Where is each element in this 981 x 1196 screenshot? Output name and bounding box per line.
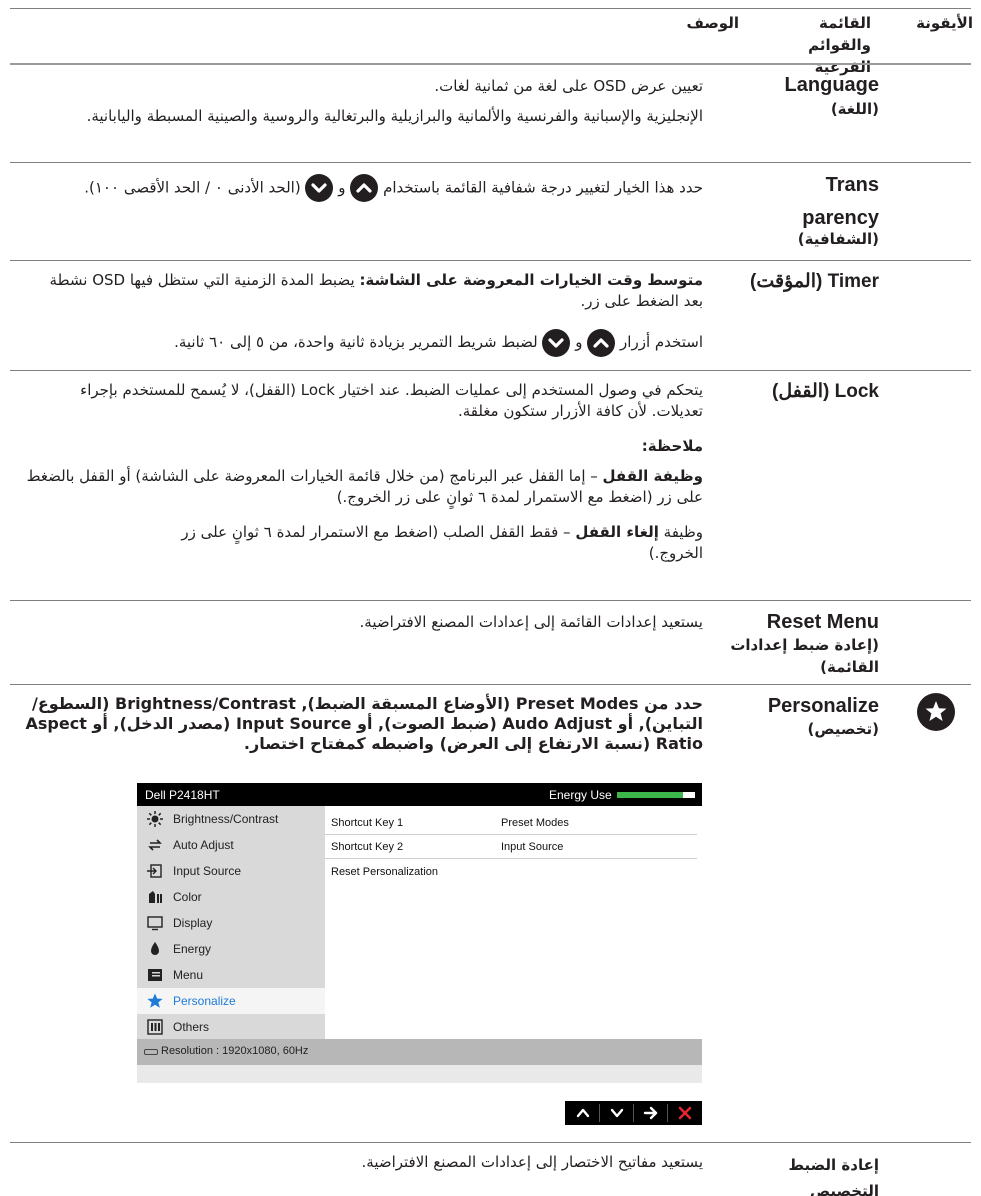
transparency-name-1: Trans: [825, 174, 879, 196]
shortcut-key-2-label[interactable]: Shortcut Key 2: [331, 841, 403, 853]
osd-menu-item-display[interactable]: Display: [137, 910, 325, 936]
personalize-name-ar: (تخصيص): [807, 720, 879, 738]
down-button-icon: [305, 174, 334, 202]
shortcut-key-2-value[interactable]: Input Source: [501, 841, 563, 853]
energy-use-fill: [617, 792, 684, 798]
osd-menu-item-input-source[interactable]: Input Source: [137, 858, 325, 884]
nav-separator: [633, 1104, 634, 1122]
osd-sidebar: Brightness/Contrast Auto Adjust Input Sour…: [137, 806, 325, 1039]
nav-separator: [667, 1104, 668, 1122]
down-icon[interactable]: [603, 1101, 631, 1125]
header-menu-column: القائمة والقوائم الفرعية: [808, 14, 871, 76]
transparency-name-ar: (الشفافية): [797, 230, 879, 248]
language-description-2: الإنجليزية والإسبانية والفرنسية والألمان…: [86, 107, 703, 125]
reset-menu-name: Reset Menu: [766, 611, 879, 633]
up-button-icon: [587, 328, 616, 357]
input-source-icon: [146, 862, 164, 880]
close-icon[interactable]: [671, 1101, 699, 1125]
up-icon[interactable]: [569, 1101, 597, 1125]
reset-menu-name-ar: (إعادة ضبط إعدادات القائمة): [730, 636, 879, 676]
color-icon: [146, 888, 164, 906]
language-name-ar: (اللغة): [830, 100, 879, 118]
language-name: Language: [784, 74, 879, 96]
osd-menu-item-energy[interactable]: Energy: [137, 936, 325, 962]
lock-description-1: يتحكم في وصول المستخدم إلى عمليات الضبط.…: [80, 381, 703, 420]
display-icon: [146, 914, 164, 932]
header-description-column: الوصف: [686, 14, 739, 32]
timer-description-1: متوسط وقت الخيارات المعروضة على الشاشة: …: [49, 271, 703, 310]
row-rule: [10, 1142, 971, 1143]
row-rule: [10, 260, 971, 261]
osd-menu: Dell P2418HT Energy Use Brightness/Contr…: [137, 783, 702, 1083]
osd-menu-item-personalize[interactable]: Personalize: [137, 988, 325, 1014]
language-description-1: تعيين عرض OSD على لغة من ثمانية لغات.: [434, 77, 703, 95]
reset-personalization-item[interactable]: Reset Personalization: [331, 866, 438, 878]
osd-menu-item-label: Menu: [173, 968, 204, 982]
energy-icon: [146, 940, 164, 958]
osd-menu-item-menu[interactable]: Menu: [137, 962, 325, 988]
osd-menu-item-label: Input Source: [173, 864, 242, 878]
personalize-description: حدد من Preset Modes (الأوضاع المسبقة الض…: [25, 694, 704, 753]
row-rule: [10, 600, 971, 601]
osd-divider: [325, 834, 697, 835]
osd-title: Dell P2418HT: [145, 788, 220, 802]
osd-menu-item-brightness-contrast[interactable]: Brightness/Contrast: [137, 806, 325, 832]
table-top-rule: [10, 8, 971, 9]
osd-menu-item-label: Color: [173, 890, 202, 904]
menu-icon: [146, 966, 164, 984]
row-rule: [10, 162, 971, 163]
shortcut-key-1-label[interactable]: Shortcut Key 1: [331, 817, 403, 829]
personalize-name: Personalize: [767, 695, 879, 717]
down-button-icon: [542, 328, 571, 357]
energy-use-label: Energy Use: [549, 788, 612, 802]
osd-main-panel: Shortcut Key 1 Preset Modes Shortcut Key…: [325, 806, 702, 1039]
osd-menu-item-others[interactable]: Others: [137, 1014, 325, 1040]
osd-menu-item-label: Display: [173, 916, 213, 930]
osd-divider: [325, 858, 697, 859]
header-icon-column: الأيقونة: [916, 14, 973, 32]
star-icon: [146, 992, 164, 1010]
osd-navigation-buttons: [565, 1101, 702, 1125]
energy-use-bar: [617, 792, 695, 798]
osd-menu-item-label: Energy: [173, 942, 212, 956]
osd-menu-item-label: Others: [173, 1020, 210, 1034]
up-button-icon: [350, 174, 379, 202]
header-rule: [10, 63, 971, 65]
timer-description-2: استخدم أزرار و لضبط شريط التمرير بزيادة …: [43, 328, 703, 357]
transparency-name-2: parency: [802, 207, 879, 229]
nav-separator: [599, 1104, 600, 1122]
osd-title-bar: Dell P2418HT Energy Use: [137, 783, 702, 806]
others-icon: [146, 1018, 164, 1036]
timer-name: Timer (المؤقت): [750, 271, 879, 292]
star-icon: [917, 693, 955, 731]
auto-adjust-icon: [146, 836, 164, 854]
shortcut-key-1-value[interactable]: Preset Modes: [501, 817, 569, 829]
osd-menu-item-color[interactable]: Color: [137, 884, 325, 910]
resolution-icon: [144, 1049, 158, 1055]
right-arrow-icon[interactable]: [637, 1101, 665, 1125]
osd-menu-item-label: Personalize: [173, 994, 236, 1008]
reset-personalization-description: يستعيد مفاتيح الاختصار إلى إعدادات المصن…: [361, 1153, 703, 1171]
lock-note: ملاحظة:: [641, 437, 703, 455]
row-rule: [10, 684, 971, 685]
brightness-icon: [146, 810, 164, 828]
resolution-text: Resolution : 1920x1080, 60Hz: [161, 1045, 309, 1057]
osd-menu-item-auto-adjust[interactable]: Auto Adjust: [137, 832, 325, 858]
osd-menu-item-label: Auto Adjust: [173, 838, 234, 852]
reset-personalization-name: إعادة الضبط التخصيص: [788, 1156, 879, 1196]
osd-status-bar: Resolution : 1920x1080, 60Hz: [137, 1039, 702, 1065]
row-rule: [10, 370, 971, 371]
osd-menu-item-label: Brightness/Contrast: [173, 812, 279, 826]
reset-menu-description: يستعيد إعدادات القائمة إلى إعدادات المصن…: [359, 613, 703, 631]
lock-description-3: وظيفة إلغاء القفل – فقط القفل الصلب (اضغ…: [181, 523, 703, 562]
transparency-description: حدد هذا الخيار لتغيير درجة شفافية القائم…: [43, 174, 703, 202]
lock-description-2: وظيفة القفل – إما القفل عبر البرنامج (من…: [26, 467, 703, 506]
lock-name: Lock (القفل): [772, 381, 879, 402]
